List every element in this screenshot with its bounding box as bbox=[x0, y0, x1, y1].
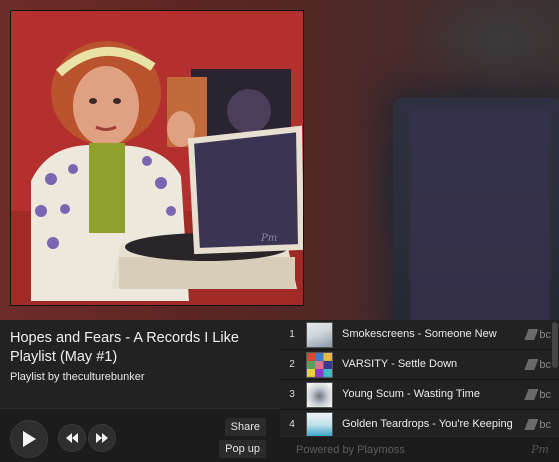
track-row-1[interactable]: 1 Smokescreens - Someone New bc bbox=[280, 320, 559, 350]
track-row-3[interactable]: 3 Young Scum - Wasting Time bc bbox=[280, 380, 559, 410]
bandcamp-icon bbox=[524, 359, 539, 370]
track-list-scrollbar[interactable] bbox=[552, 322, 558, 368]
track-number: 3 bbox=[289, 389, 295, 400]
powered-by-text: Powered by Playmoss bbox=[296, 444, 405, 456]
track-number: 1 bbox=[289, 329, 295, 340]
track-thumbnail bbox=[306, 412, 333, 436]
playmoss-logo[interactable]: Pm bbox=[531, 443, 549, 456]
playlist-byline[interactable]: Playlist by theculturebunker bbox=[10, 371, 145, 383]
track-title[interactable]: Smokescreens - Someone New bbox=[342, 328, 520, 340]
track-list: 1 Smokescreens - Someone New bc 2 VARSIT… bbox=[280, 320, 559, 436]
next-icon bbox=[96, 433, 108, 443]
track-row-2[interactable]: 2 VARSITY - Settle Down bc bbox=[280, 350, 559, 380]
bandcamp-link[interactable]: bc bbox=[524, 358, 551, 371]
track-thumbnail bbox=[306, 322, 333, 348]
playlist-title[interactable]: Hopes and Fears - A Records I Like Playl… bbox=[10, 329, 272, 367]
powered-by-prefix: Powered by bbox=[296, 444, 358, 456]
bandcamp-link[interactable]: bc bbox=[524, 328, 551, 341]
track-title[interactable]: Young Scum - Wasting Time bbox=[342, 388, 520, 400]
track-number: 4 bbox=[289, 419, 295, 430]
bandcamp-link[interactable]: bc bbox=[524, 418, 551, 431]
bandcamp-link[interactable]: bc bbox=[524, 388, 551, 401]
track-row-4[interactable]: 4 Golden Teardrops - You're Keeping bc bbox=[280, 410, 559, 436]
popup-button[interactable]: Pop up bbox=[219, 440, 266, 458]
previous-icon bbox=[66, 433, 78, 443]
source-label: bc bbox=[539, 418, 551, 431]
bandcamp-icon bbox=[524, 389, 539, 400]
track-thumbnail bbox=[306, 382, 333, 408]
track-title[interactable]: Golden Teardrops - You're Keeping bbox=[342, 418, 520, 430]
player-panel: Hopes and Fears - A Records I Like Playl… bbox=[0, 320, 280, 462]
next-button[interactable] bbox=[88, 424, 116, 452]
cover-art: Pm bbox=[10, 10, 304, 306]
playmoss-link[interactable]: Playmoss bbox=[357, 444, 405, 456]
bandcamp-icon bbox=[524, 329, 539, 340]
source-label: bc bbox=[539, 328, 551, 341]
cover-art-illustration: Pm bbox=[11, 11, 303, 305]
track-thumbnail bbox=[306, 352, 333, 378]
track-number: 2 bbox=[289, 359, 295, 370]
source-label: bc bbox=[539, 388, 551, 401]
player-controls: Share Pop up bbox=[0, 408, 280, 462]
track-title[interactable]: VARSITY - Settle Down bbox=[342, 358, 520, 370]
previous-button[interactable] bbox=[58, 424, 86, 452]
play-button[interactable] bbox=[10, 420, 48, 458]
play-icon bbox=[23, 431, 36, 447]
share-button[interactable]: Share bbox=[224, 418, 266, 436]
bandcamp-icon bbox=[524, 419, 539, 430]
blurred-background-shape-inner bbox=[410, 110, 550, 325]
footer: Powered by Playmoss Pm bbox=[280, 436, 559, 462]
svg-text:Pm: Pm bbox=[260, 233, 277, 244]
source-label: bc bbox=[539, 358, 551, 371]
